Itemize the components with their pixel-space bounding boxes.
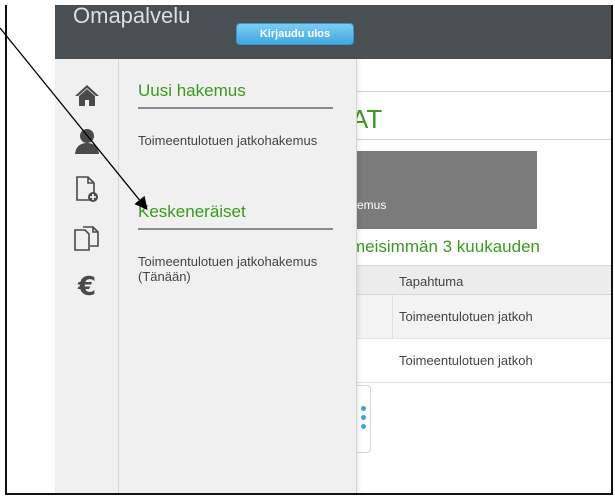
- table-row[interactable]: Toimeentulotuen jatkoh: [349, 295, 611, 339]
- divider: [349, 139, 611, 140]
- side-drawer: Uusi hakemus Toimeentulotuen jatkohakemu…: [119, 59, 357, 493]
- events-table: Tapahtuma Toimeentulotuen jatkoh Toimeen…: [349, 265, 611, 383]
- drawer-item-new-application[interactable]: Toimeentulotuen jatkohakemus: [138, 133, 333, 148]
- documents-icon[interactable]: [55, 219, 119, 259]
- drawer-section-title: Keskeneräiset: [138, 202, 333, 230]
- drawer-section-title: Uusi hakemus: [138, 81, 333, 109]
- column-header-event: Tapahtuma: [399, 274, 464, 289]
- event-cell: Toimeentulotuen jatkoh: [399, 309, 533, 324]
- application-card[interactable]: [349, 151, 537, 229]
- user-icon[interactable]: [55, 121, 119, 161]
- home-icon[interactable]: [55, 75, 119, 115]
- recent-events-heading: meisimmän 3 kuukauden: [351, 237, 540, 256]
- handle-dot: [361, 424, 366, 429]
- icon-rail: €: [55, 59, 119, 493]
- drawer-toggle-handle[interactable]: [357, 385, 371, 453]
- handle-dot: [361, 415, 366, 420]
- top-header: Omapalvelu Kirjaudu ulos: [55, 5, 611, 59]
- event-cell: Toimeentulotuen jatkoh: [399, 353, 533, 368]
- events-table-header: Tapahtuma: [349, 265, 611, 295]
- drawer-section-new: Uusi hakemus Toimeentulotuen jatkohakemu…: [138, 81, 333, 148]
- app-title: Omapalvelu: [73, 5, 191, 28]
- drawer-section-drafts: Keskeneräiset Toimeentulotuen jatkohakem…: [138, 202, 333, 284]
- drawer-item-draft-application[interactable]: Toimeentulotuen jatkohakemus (Tänään): [138, 254, 333, 284]
- divider: [349, 91, 611, 92]
- table-row[interactable]: Toimeentulotuen jatkoh: [349, 339, 611, 383]
- new-document-icon[interactable]: [55, 169, 119, 209]
- euro-icon[interactable]: €: [55, 267, 119, 307]
- handle-dot: [361, 406, 366, 411]
- logout-button[interactable]: Kirjaudu ulos: [236, 23, 354, 45]
- screenshot-frame: Omapalvelu Kirjaudu ulos AT kemus meisim…: [5, 5, 613, 495]
